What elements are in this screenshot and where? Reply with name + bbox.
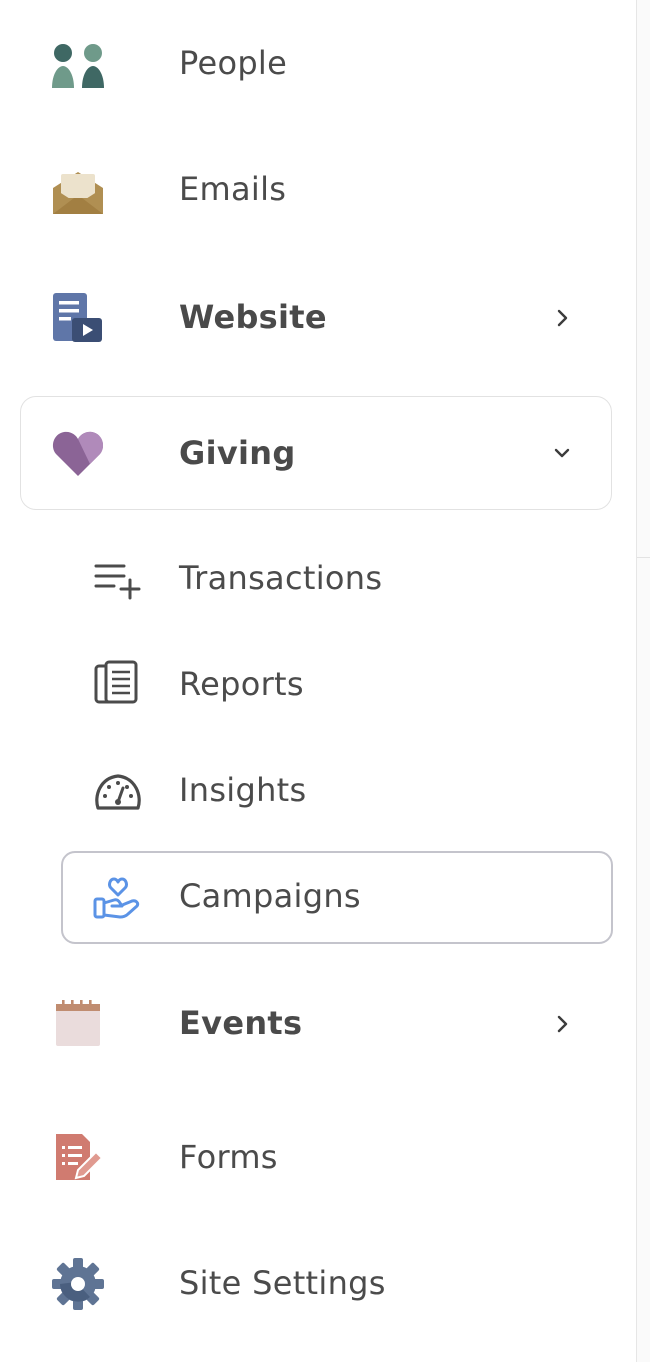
sub-item-insights[interactable]: Insights [0, 752, 636, 828]
sidebar-nav: People Emails Website Giving Transaction… [0, 0, 636, 1362]
nav-label-giving: Giving [179, 434, 296, 472]
nav-label-site-settings: Site Settings [179, 1264, 386, 1302]
form-edit-icon [50, 1130, 106, 1186]
heart-icon [50, 426, 106, 482]
main-content-edge [637, 0, 650, 1362]
website-icon [50, 290, 106, 346]
giving-row[interactable]: Giving [0, 396, 636, 510]
nav-item-emails[interactable]: Emails [0, 148, 636, 232]
nav-label-events: Events [179, 1004, 303, 1042]
list-add-icon [92, 552, 144, 604]
envelope-icon [50, 164, 106, 220]
sub-label-campaigns: Campaigns [179, 877, 361, 915]
nav-label-website: Website [179, 298, 327, 336]
nav-label-forms: Forms [179, 1138, 278, 1176]
people-icon [50, 36, 106, 92]
chevron-right-icon[interactable] [548, 1010, 576, 1038]
hand-heart-icon [92, 873, 144, 925]
sub-label-transactions: Transactions [179, 559, 383, 597]
reports-icon [92, 658, 144, 710]
nav-label-people: People [179, 44, 288, 82]
nav-item-people[interactable]: People [0, 22, 636, 106]
chevron-right-icon[interactable] [548, 304, 576, 332]
sub-item-transactions[interactable]: Transactions [0, 540, 636, 616]
chevron-down-icon[interactable] [548, 439, 576, 467]
sub-label-insights: Insights [179, 771, 307, 809]
sub-label-reports: Reports [179, 665, 304, 703]
campaigns-row[interactable]: Campaigns [0, 851, 636, 944]
nav-label-emails: Emails [179, 170, 287, 208]
nav-item-website[interactable]: Website [0, 276, 636, 360]
content-divider [637, 557, 650, 558]
nav-item-forms[interactable]: Forms [0, 1116, 636, 1200]
gauge-icon [92, 766, 144, 818]
calendar-icon [50, 996, 106, 1052]
nav-item-site-settings[interactable]: Site Settings [0, 1242, 636, 1326]
nav-item-events[interactable]: Events [0, 982, 636, 1066]
sub-item-reports[interactable]: Reports [0, 646, 636, 722]
gear-icon [50, 1256, 106, 1312]
